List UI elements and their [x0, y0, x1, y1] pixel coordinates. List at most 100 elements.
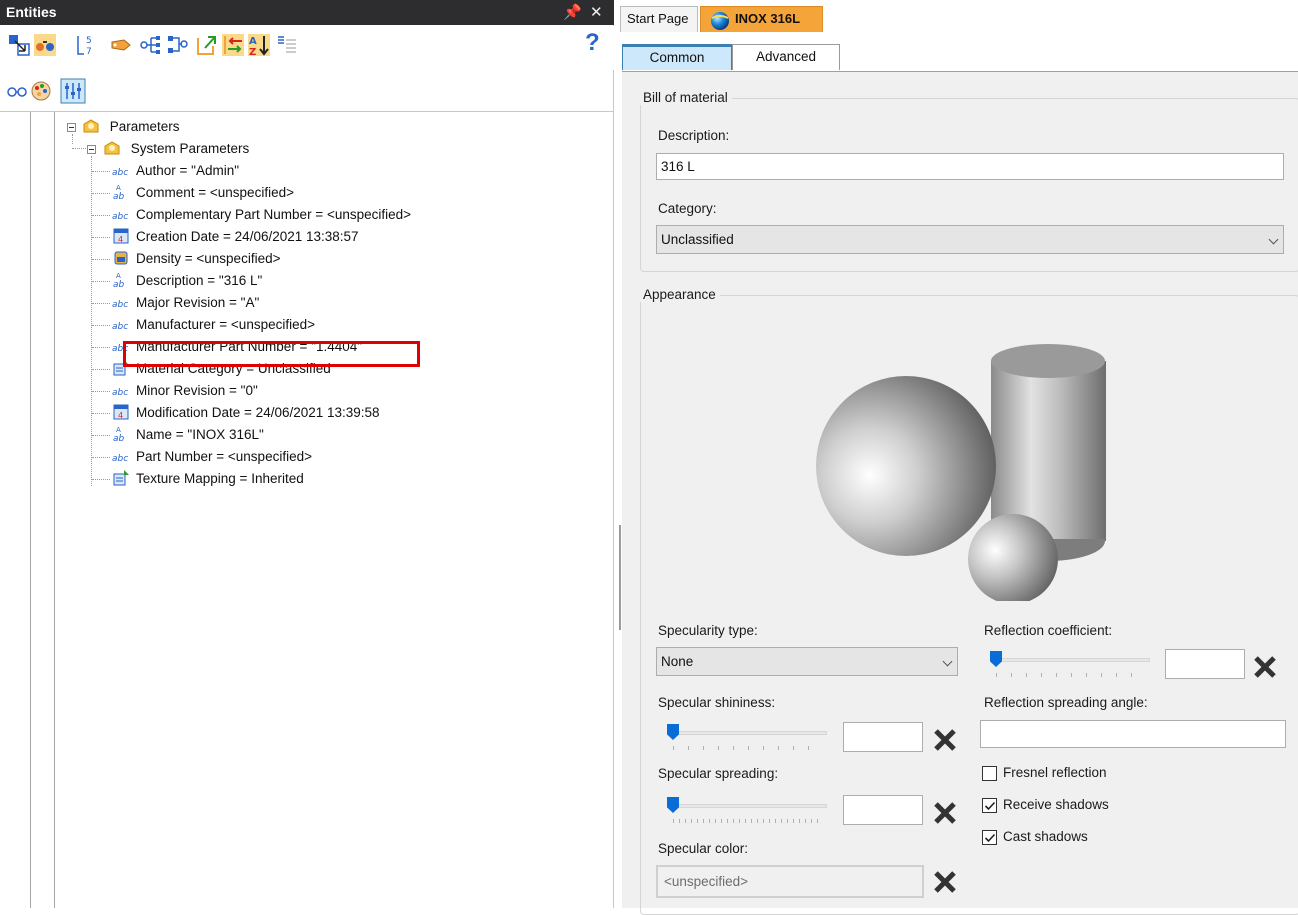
svg-text:A: A: [116, 272, 121, 280]
slider-thumb[interactable]: [667, 724, 679, 740]
tab-start-page[interactable]: Start Page: [620, 6, 698, 32]
reflection-spreading-angle-label: Reflection spreading angle:: [984, 695, 1148, 710]
clear-specular-shininess-icon[interactable]: [931, 726, 959, 754]
tree-parameter-item[interactable]: abc Manufacturer = <unspecified>: [112, 314, 315, 336]
tree-parameter-item[interactable]: abc Complementary Part Number = <unspecif…: [112, 204, 411, 226]
tree-parameter-label: Author = "Admin": [136, 163, 240, 178]
tree-parameter-item[interactable]: 4 Creation Date = 24/06/2021 13:38:57: [112, 226, 359, 248]
tag-icon[interactable]: [110, 34, 132, 56]
tree-node-system-parameters[interactable]: System Parameters: [103, 138, 249, 160]
sort-az-icon[interactable]: AZ: [248, 34, 270, 56]
collapse-system-parameters-toggle[interactable]: [87, 145, 96, 154]
specular-spreading-value-field[interactable]: [843, 795, 923, 825]
pin-icon[interactable]: 📌: [563, 0, 582, 25]
tree-parameter-item[interactable]: Aab Description = "316 L": [112, 270, 262, 292]
panel-splitter[interactable]: [614, 0, 622, 908]
cast-shadows-checkbox[interactable]: [982, 830, 997, 845]
reflection-spreading-angle-field[interactable]: [980, 720, 1286, 748]
slider-thumb[interactable]: [990, 651, 1002, 667]
tree-parameter-item[interactable]: abc Part Number = <unspecified>: [112, 446, 312, 468]
text-parameter-icon: abc: [112, 454, 128, 464]
clear-reflection-coefficient-icon[interactable]: [1251, 653, 1279, 681]
switch-icon[interactable]: [222, 34, 244, 56]
fresnel-reflection-checkbox[interactable]: [982, 766, 997, 781]
tree-parameter-label: Density = <unspecified>: [136, 251, 281, 266]
tree-parameter-item[interactable]: abc Major Revision = "A": [112, 292, 259, 314]
clear-specular-color-icon[interactable]: [931, 868, 959, 896]
tree-parameter-item[interactable]: Texture Mapping = Inherited: [112, 468, 304, 490]
tree-parameter-item[interactable]: abc Minor Revision = "0": [112, 380, 258, 402]
export-icon[interactable]: [196, 34, 218, 56]
close-icon[interactable]: ✕: [590, 0, 603, 25]
entities-panel-header: Entities 📌 ✕: [0, 0, 614, 25]
svg-text:A: A: [116, 426, 121, 434]
filter-list-icon[interactable]: [276, 34, 298, 56]
select-entities-icon[interactable]: [8, 34, 30, 56]
tree-parameter-label: Minor Revision = "0": [136, 383, 258, 398]
specular-color-field[interactable]: <unspecified>: [656, 865, 924, 898]
clear-specular-spreading-icon[interactable]: [931, 799, 959, 827]
tab-inox-316l[interactable]: INOX 316L: [700, 6, 823, 32]
tree-node-parameters[interactable]: Parameters: [82, 116, 180, 138]
description-field[interactable]: 316 L: [656, 153, 1284, 180]
tab-label: Start Page: [627, 11, 689, 26]
tree-node-label: Parameters: [109, 119, 180, 134]
parameters-filter-icon[interactable]: [60, 78, 86, 104]
svg-text:abc: abc: [112, 454, 128, 464]
tab-advanced[interactable]: Advanced: [732, 44, 840, 70]
svg-text:A: A: [249, 36, 257, 47]
tree-parameter-item[interactable]: Density = <unspecified>: [112, 248, 280, 270]
tree-structure-icon[interactable]: [166, 34, 188, 56]
svg-text:abc: abc: [112, 322, 128, 332]
entities-panel: Entities 📌 ✕ 57 AZ ? Parameters System P…: [0, 0, 614, 908]
highlight-box: [123, 341, 420, 367]
date-parameter-icon: 4: [113, 228, 129, 244]
text-parameter-icon: abc: [112, 300, 128, 310]
slider-thumb[interactable]: [667, 797, 679, 813]
tree-parameter-item[interactable]: 4 Modification Date = 24/06/2021 13:39:58: [112, 402, 380, 424]
numbering-icon[interactable]: 57: [76, 34, 98, 56]
checkmark-icon: [984, 801, 996, 811]
bill-of-material-group: Bill of material Description: 316 L Cate…: [639, 90, 1298, 272]
enumeration-parameter-icon: [113, 470, 129, 486]
category-select[interactable]: Unclassified: [656, 225, 1284, 254]
specular-spreading-slider[interactable]: [663, 795, 831, 825]
svg-text:abc: abc: [112, 168, 128, 178]
date-parameter-icon: 4: [113, 404, 129, 420]
specularity-type-select[interactable]: None: [656, 647, 958, 676]
tree-parameter-label: Modification Date = 24/06/2021 13:39:58: [136, 405, 380, 420]
text-parameter-icon: abc: [112, 212, 128, 222]
entities-toolbar: 57 AZ ?: [0, 26, 614, 70]
text-parameter-icon: abc: [112, 322, 128, 332]
specular-spreading-label: Specular spreading:: [658, 766, 779, 781]
chevron-down-icon: [942, 656, 953, 667]
svg-text:abc: abc: [112, 300, 128, 310]
tree-parameter-item[interactable]: Aab Name = "INOX 316L": [112, 424, 264, 446]
tree-hierarchy-icon[interactable]: [140, 34, 162, 56]
collapse-parameters-toggle[interactable]: [67, 123, 76, 132]
chevron-down-icon: [1268, 234, 1279, 245]
parameters-folder-icon: [83, 119, 99, 133]
checkmark-icon: [984, 833, 996, 843]
svg-text:ab: ab: [113, 280, 125, 289]
color-palette-icon[interactable]: [30, 80, 52, 102]
reflection-coefficient-value-field[interactable]: [1165, 649, 1245, 679]
link-entities-icon[interactable]: [34, 34, 56, 56]
tree-parameter-item[interactable]: Aab Comment = <unspecified>: [112, 182, 294, 204]
visibility-icon[interactable]: [6, 82, 28, 100]
reflection-coefficient-label: Reflection coefficient:: [984, 623, 1113, 638]
localized-text-parameter-icon: Aab: [113, 426, 125, 443]
reflection-coefficient-slider[interactable]: [986, 649, 1154, 679]
svg-text:abc: abc: [112, 388, 128, 398]
receive-shadows-checkbox[interactable]: [982, 798, 997, 813]
help-icon[interactable]: ?: [585, 29, 600, 57]
specular-shininess-slider[interactable]: [663, 722, 831, 752]
tab-common[interactable]: Common: [622, 44, 732, 70]
material-editor-panel: Start Page INOX 316L Common Advanced Bil…: [620, 0, 1298, 915]
group-title: Appearance: [639, 287, 720, 302]
specular-shininess-value-field[interactable]: [843, 722, 923, 752]
tree-parameter-item[interactable]: abc Author = "Admin": [112, 160, 239, 182]
material-globe-icon: [711, 12, 729, 30]
svg-text:ab: ab: [113, 434, 125, 443]
density-parameter-icon: [114, 251, 128, 265]
